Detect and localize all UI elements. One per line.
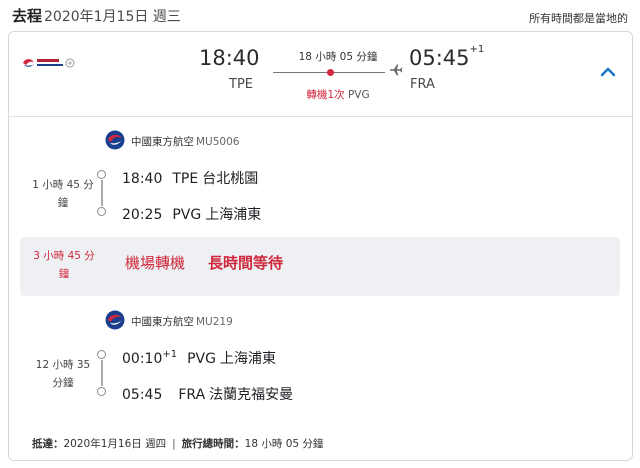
- segment-2-duration: 12 小時 35 分鐘: [35, 359, 91, 389]
- layover-label: 機場轉機: [125, 254, 186, 272]
- trip-footer: 抵達：2020年1月16日 週四 | 旅行總時間：18 小時 05 分鐘: [32, 436, 323, 451]
- arrive-label: 抵達：: [32, 438, 64, 450]
- summary-duration: 18 小時 05 分鐘: [298, 51, 378, 63]
- segment-1-dep-time: 18:40: [122, 171, 163, 187]
- chevron-up-icon[interactable]: [597, 63, 619, 81]
- total-time-value: 18 小時 05 分鐘: [244, 438, 324, 450]
- summary-depart-time: 18:40: [199, 46, 260, 70]
- segment-2-arr-code: FRA: [178, 387, 206, 403]
- summary-arrive-time-wrap: 05:45+1: [409, 44, 485, 70]
- summary-arrive-day-offset: +1: [469, 44, 485, 55]
- summary-depart-airport: TPE: [229, 77, 253, 92]
- flight-summary[interactable]: 18:40 TPE 18 小時 05 分鐘 轉機1次 PVG 05:45+1 F…: [9, 32, 632, 117]
- segment-2-arr-city: 法蘭克福安曼: [209, 387, 294, 403]
- stop-dot: [327, 69, 334, 76]
- segment-1-duration: 1 小時 45 分鐘: [32, 179, 94, 209]
- segment-1-arrival: 20:25 PVG 上海浦東: [122, 204, 261, 224]
- segment-1-arr-code: PVG: [172, 207, 202, 223]
- layover-warning: 長時間等待: [208, 254, 284, 272]
- layover-duration: 3 小時 45 分鐘: [33, 250, 95, 280]
- segment-2-departure: 00:10+1 PVG 上海浦東: [122, 348, 276, 368]
- segment-2-start-ring: [97, 350, 106, 359]
- china-eastern-logo-icon: [23, 58, 75, 68]
- segment-1-arr-city: 上海浦東: [205, 207, 262, 223]
- segment-1-dep-city: 台北桃園: [202, 171, 259, 187]
- segment-2-dep-city: 上海浦東: [219, 351, 276, 367]
- segment-2-dep-time: 00:10: [122, 351, 163, 367]
- segment-2-airline-name: 中國東方航空: [131, 316, 194, 328]
- segment-1-airline: 中國東方航空 MU5006: [131, 134, 239, 149]
- segment-1-departure: 18:40 TPE 台北桃園: [122, 168, 258, 188]
- arrive-date: 2020年1月16日 週四: [63, 438, 167, 450]
- flight-detail-card: 18:40 TPE 18 小時 05 分鐘 轉機1次 PVG 05:45+1 F…: [8, 31, 633, 461]
- local-time-note: 所有時間都是當地的: [529, 12, 628, 25]
- summary-arrive-time: 05:45: [409, 46, 470, 70]
- segment-2-airline: 中國東方航空 MU219: [131, 314, 233, 329]
- departure-date: 2020年1月15日 週三: [44, 9, 181, 25]
- china-eastern-logo-icon: [105, 310, 125, 330]
- segment-1-arr-time: 20:25: [122, 207, 163, 223]
- segment-2-dep-time-wrap: 00:10+1: [122, 349, 178, 367]
- layover-box: 3 小時 45 分鐘 機場轉機 長時間等待: [20, 237, 620, 296]
- segment-1-dep-code: TPE: [172, 171, 199, 187]
- stop-airport: PVG: [347, 89, 370, 101]
- stops-count: 轉機1次: [306, 89, 345, 101]
- trip-direction-header: 去程 2020年1月15日 週三: [12, 5, 181, 26]
- footer-separator: |: [172, 438, 176, 450]
- segment-1-flight-number: MU5006: [196, 136, 240, 148]
- segment-2-dep-day-offset: +1: [162, 349, 178, 360]
- summary-arrive-airport: FRA: [410, 77, 435, 92]
- segment-1-end-ring: [97, 207, 106, 216]
- summary-stops: 轉機1次 PVG: [271, 87, 405, 102]
- segment-2-flight-number: MU219: [196, 316, 233, 328]
- segment-2-end-ring: [97, 387, 106, 396]
- segment-2-timeline: [101, 360, 103, 386]
- total-time-label: 旅行總時間：: [181, 438, 245, 450]
- segment-1-airline-name: 中國東方航空: [131, 136, 194, 148]
- direction-label: 去程: [12, 7, 43, 25]
- airplane-icon: [390, 64, 403, 76]
- segment-2-arr-time: 05:45: [122, 387, 163, 403]
- china-eastern-logo-icon: [105, 130, 125, 150]
- segment-1-timeline: [101, 180, 103, 206]
- segment-2-arrival: 05:45 FRA 法蘭克福安曼: [122, 384, 293, 404]
- segment-2-dep-code: PVG: [187, 351, 216, 367]
- segment-1-start-ring: [97, 170, 106, 179]
